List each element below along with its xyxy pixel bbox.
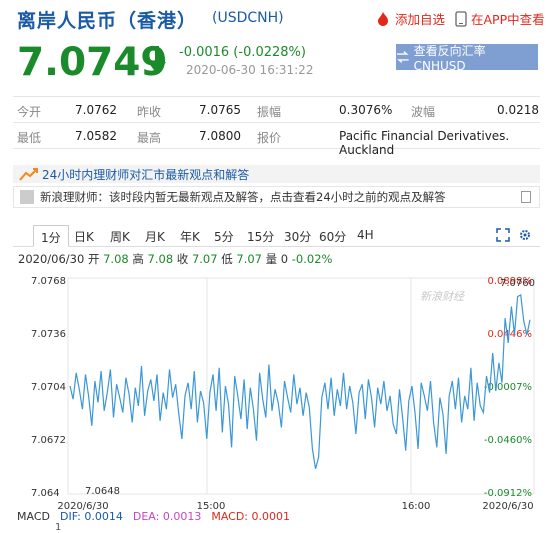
max-price-label: 7.0760: [500, 278, 535, 289]
watermark-label: 新浪财经: [420, 290, 465, 303]
macd-dea: DEA: 0.0013: [132, 510, 202, 523]
settings-icon[interactable]: [518, 228, 532, 242]
quote-source-label: 报价: [257, 131, 282, 145]
quote-row: 最低 7.0582 最高 7.0800 报价 Pacific Financial…: [13, 123, 540, 157]
summary-high: 7.08: [147, 252, 174, 266]
y-tick-label: 7.0704: [31, 382, 66, 393]
x-tick-label: 15:00: [197, 501, 226, 510]
symbol-code: (USDCNH): [212, 10, 284, 26]
wave-label: 波幅: [411, 105, 436, 119]
fire-icon: [378, 11, 388, 26]
high-value: 7.0800: [199, 129, 241, 143]
tab-1min[interactable]: 1分: [33, 225, 69, 247]
news-item-text: 新浪理财师：该时段内暂无最新观点及解答，点击查看24小时之前的观点及解答: [40, 190, 446, 204]
tab-monthly[interactable]: 月K: [145, 228, 165, 245]
view-in-app-label: 在APP中查看: [471, 12, 545, 27]
y-tick-label: 7.0672: [31, 435, 66, 446]
right-tick-label: -0.0912%: [484, 488, 532, 499]
price-change: -0.0016 (-0.0228%): [179, 45, 306, 60]
y-tick-label: 7.0768: [31, 276, 66, 287]
phone-icon: [455, 10, 467, 27]
reverse-rate-button[interactable]: 查看反向汇率 CNHUSD: [396, 43, 538, 73]
min-price-label: 7.0648: [85, 486, 120, 497]
price-chart[interactable]: 新浪财经 7.07687.07367.07047.06727.064 0.089…: [0, 266, 550, 510]
open-value: 7.0762: [75, 103, 117, 117]
low-value: 7.0582: [75, 129, 117, 143]
down-arrow-icon: [148, 46, 166, 74]
tab-yearly[interactable]: 年K: [180, 228, 200, 245]
news-item[interactable]: 新浪理财师：该时段内暂无最新观点及解答，点击查看24小时之前的观点及解答: [13, 186, 540, 208]
low-label: 最低: [17, 131, 42, 145]
prev-close-value: 7.0765: [199, 103, 241, 117]
summary-date: 2020/06/30: [18, 252, 85, 266]
amplitude-label: 振幅: [257, 105, 282, 119]
right-tick-label: -0.0460%: [484, 435, 532, 446]
tab-60min[interactable]: 60分: [319, 228, 346, 245]
ohlc-summary: 2020/06/30 开 7.08 高 7.08 收 7.07 低 7.07 量…: [18, 251, 332, 267]
right-tick-label: -0.0007%: [484, 382, 532, 393]
macd-axis-label: 1: [55, 522, 62, 533]
quote-table: 今开 7.0762 昨收 7.0765 振幅 0.3076% 波幅 0.0218…: [13, 96, 540, 157]
open-label: 今开: [17, 105, 42, 119]
fullscreen-icon[interactable]: [496, 228, 510, 242]
tab-5min[interactable]: 5分: [214, 228, 234, 245]
header: 离岸人民币（香港） (USDCNH) 添加自选 在APP中查看: [0, 0, 550, 38]
quote-timestamp: 2020-06-30 16:31:22: [186, 63, 314, 77]
y-tick-label: 7.064: [31, 488, 60, 499]
high-label: 最高: [137, 131, 162, 145]
summary-open: 7.08: [103, 252, 129, 266]
news-bar-label: 24小时内理财师对汇市最新观点和解答: [42, 167, 250, 182]
tab-daily[interactable]: 日K: [74, 228, 94, 245]
macd-title: MACD: [17, 510, 50, 523]
wave-value: 0.0218: [497, 103, 539, 117]
add-watchlist-label: 添加自选: [395, 12, 446, 27]
summary-low: 7.07: [236, 252, 262, 266]
avatar: [20, 190, 34, 204]
tab-15min[interactable]: 15分: [247, 228, 274, 245]
y-tick-label: 7.0736: [31, 329, 66, 340]
tab-weekly[interactable]: 周K: [110, 228, 130, 245]
tab-4h[interactable]: 4H: [357, 228, 374, 242]
current-price: 7.0749: [17, 40, 168, 85]
tab-30min[interactable]: 30分: [284, 228, 311, 245]
open-label: 开: [87, 252, 100, 266]
quote-row: 今开 7.0762 昨收 7.0765 振幅 0.3076% 波幅 0.0218: [13, 97, 540, 123]
volume-label: 量: [265, 252, 278, 266]
x-tick-label: 2020/6/30: [482, 501, 533, 510]
prev-close-label: 昨收: [137, 105, 162, 119]
page-title: 离岸人民币（香港）: [17, 10, 198, 32]
x-tick-label: 16:00: [402, 501, 431, 510]
reverse-rate-label: 查看反向汇率 CNHUSD: [413, 43, 486, 73]
x-tick-label: 2020/6/30: [57, 501, 108, 510]
add-watchlist-link[interactable]: 添加自选: [375, 9, 445, 28]
chart-tabs: 1分 日K 周K 月K 年K 5分 15分 30分 60分 4H: [13, 225, 540, 247]
news-bar[interactable]: 24小时内理财师对汇市最新观点和解答: [13, 165, 540, 183]
more-icon[interactable]: [521, 191, 531, 203]
high-label: 高: [132, 252, 144, 266]
summary-percent: -0.02%: [291, 252, 333, 266]
macd-value: MACD: 0.0001: [211, 510, 290, 523]
trend-icon: [19, 168, 38, 181]
swap-icon: [396, 51, 409, 63]
summary-close: 7.07: [191, 252, 218, 266]
amplitude-value: 0.3076%: [339, 103, 393, 117]
summary-volume: 0: [280, 252, 289, 266]
low-label: 低: [221, 252, 233, 266]
close-label: 收: [176, 252, 189, 266]
quote-source-value: Pacific Financial Derivatives. Auckland: [339, 129, 510, 157]
macd-dif: DIF: 0.0014: [59, 510, 123, 523]
view-in-app-link[interactable]: 在APP中查看: [455, 9, 545, 28]
